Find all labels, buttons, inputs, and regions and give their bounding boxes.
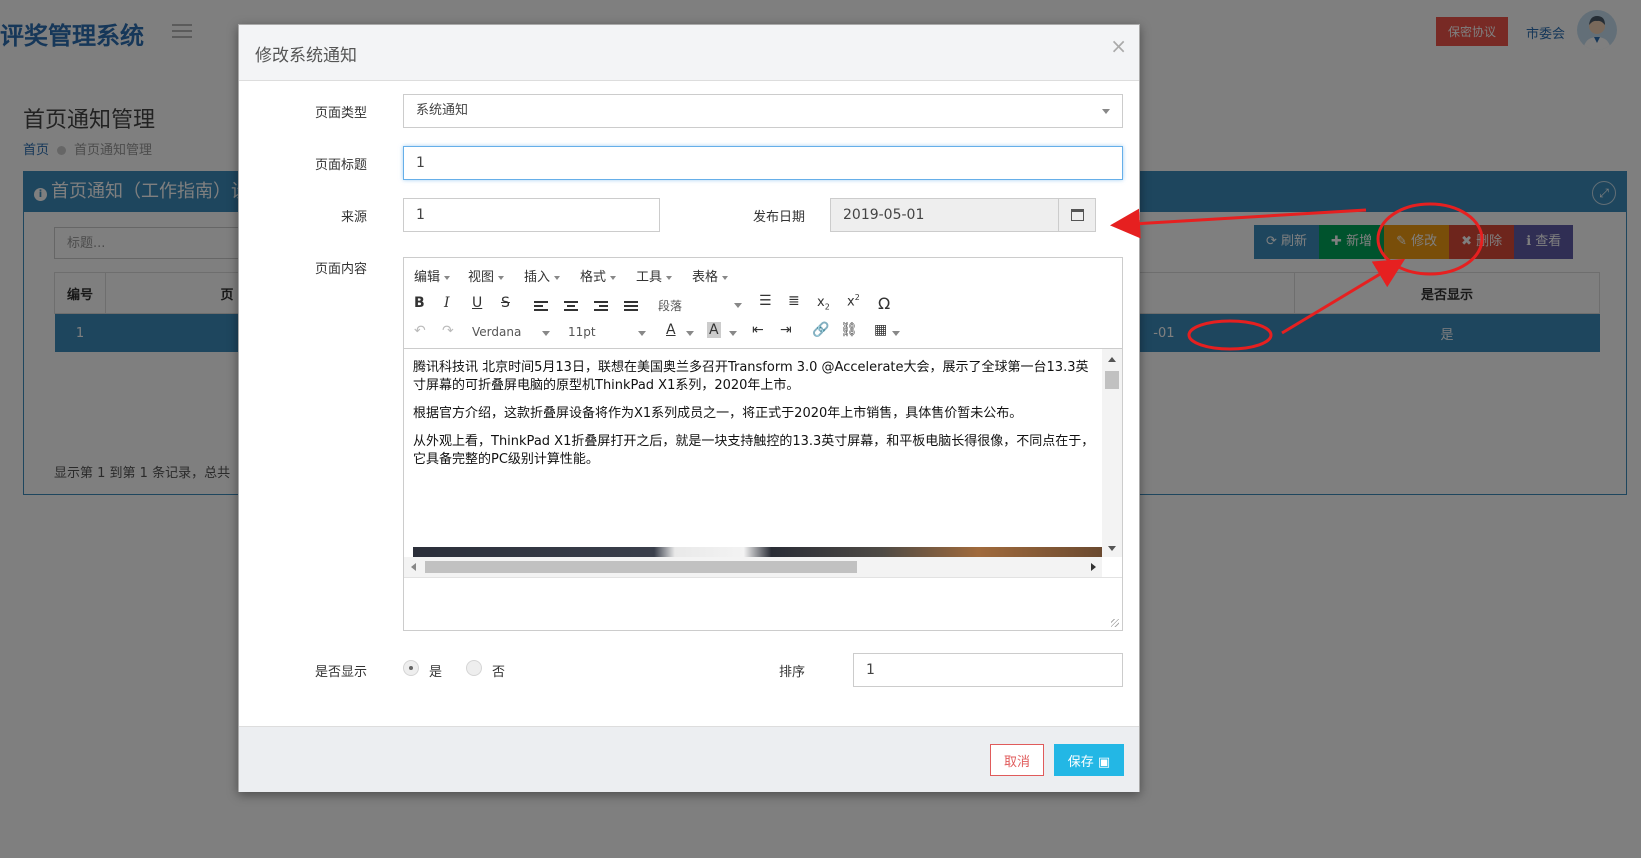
editor-menubar: 编辑 视图 插入 格式 工具 表格 [404,258,1122,289]
text-color-icon[interactable]: A [666,322,676,338]
menu-view-label: 视图 [468,270,495,285]
scroll-up-icon[interactable] [1108,357,1116,362]
date-picker-button[interactable] [1058,198,1096,232]
scroll-right-icon[interactable] [1091,563,1096,571]
page-type-value: 系统通知 [416,103,469,118]
editor-horizontal-scrollbar[interactable] [404,557,1102,577]
close-icon[interactable]: × [1110,34,1127,58]
menu-edit-label: 编辑 [414,270,441,285]
chevron-down-icon [1102,109,1110,114]
menu-view[interactable]: 视图 [468,266,505,285]
align-center-icon[interactable] [564,301,578,313]
menu-tools-label: 工具 [636,270,663,285]
menu-insert-label: 插入 [524,270,551,285]
show-no-radio[interactable] [466,660,482,676]
scroll-thumb[interactable] [1105,371,1119,389]
underline-icon[interactable]: U [472,295,482,311]
scroll-thumb[interactable] [425,561,857,573]
menu-edit[interactable]: 编辑 [414,266,451,285]
font-size-select[interactable]: 11pt [568,325,648,339]
menu-tools[interactable]: 工具 [636,266,673,285]
menu-table-label: 表格 [692,270,719,285]
editor-statusbar [404,577,1122,630]
numbered-list-icon[interactable]: ≣ [788,293,800,309]
show-yes-label[interactable]: 是 [429,661,442,680]
italic-icon[interactable]: I [444,295,450,311]
block-format-select[interactable]: 段落 [658,297,744,314]
page-title-label: 页面标题 [314,158,367,173]
indent-icon[interactable]: ⇥ [780,322,792,338]
source-label: 来源 [340,210,367,225]
modal-header: 修改系统通知 × [239,25,1139,81]
calendar-icon [1071,209,1084,221]
omega-icon[interactable]: Ω [878,294,890,313]
publish-date-input[interactable]: 2019-05-01 [830,198,1060,232]
superscript-icon[interactable]: x2 [847,293,860,309]
show-yes-radio[interactable] [403,660,419,676]
publish-date-label: 发布日期 [752,210,805,225]
bullet-list-icon[interactable]: ☰ [759,293,772,309]
editor-vertical-scrollbar[interactable] [1102,349,1122,557]
unlink-icon[interactable]: ⛓ [840,322,858,338]
order-input[interactable]: 1 [853,653,1123,687]
save-label: 保存 [1067,754,1094,770]
scroll-left-icon[interactable] [411,563,416,571]
floppy-disk-icon: ▣ [1097,754,1111,770]
block-format-value: 段落 [658,299,683,313]
align-right-icon[interactable] [594,301,608,313]
rich-text-editor: 编辑 视图 插入 格式 工具 表格 B I U S 段落 ☰ ≣ x2 x2 Ω… [403,257,1123,631]
bold-icon[interactable]: B [414,295,425,311]
undo-icon[interactable]: ↶ [414,323,426,339]
scroll-down-icon[interactable] [1108,546,1116,551]
source-input[interactable]: 1 [403,198,660,232]
content-paragraph: 根据官方介绍，这款折叠屏设备将作为X1系列成员之一，将正式于2020年上市销售，… [413,406,1023,421]
page-type-label: 页面类型 [314,106,367,121]
outdent-icon[interactable]: ⇤ [752,322,764,338]
bg-color-icon[interactable]: A [707,322,721,338]
show-label: 是否显示 [314,665,367,680]
font-family-value: Verdana [472,325,522,339]
resize-handle-icon[interactable] [1111,619,1119,627]
align-left-icon[interactable] [534,301,548,313]
redo-icon[interactable]: ↷ [442,323,454,339]
font-size-value: 11pt [568,325,596,339]
page-type-select[interactable]: 系统通知 [403,94,1123,128]
edit-notice-modal: 修改系统通知 × 页面类型 系统通知 页面标题 1 来源 1 发布日期 2019… [238,24,1140,792]
menu-format[interactable]: 格式 [580,266,617,285]
table-icon[interactable]: ▦ [874,322,887,338]
align-justify-icon[interactable] [624,301,638,313]
cancel-button[interactable]: 取消 [990,744,1044,776]
content-paragraph: 从外观上看，ThinkPad X1折叠屏打开之后，就是一块支持触控的13.3英寸… [413,434,1095,467]
page-title-input[interactable]: 1 [403,146,1123,180]
menu-format-label: 格式 [580,270,607,285]
content-paragraph: 腾讯科技讯 北京时间5月13日，联想在美国奥兰多召开Transform 3.0 … [413,360,1089,393]
strikethrough-icon[interactable]: S [501,295,510,311]
modal-title: 修改系统通知 [255,46,357,66]
editor-content-area[interactable]: 腾讯科技讯 北京时间5月13日，联想在美国奥兰多召开Transform 3.0 … [404,349,1102,557]
content-image[interactable] [413,547,1102,557]
show-no-label[interactable]: 否 [492,661,505,680]
order-label: 排序 [778,665,805,680]
subscript-icon[interactable]: x2 [817,295,830,312]
save-button[interactable]: 保存 ▣ [1054,744,1124,776]
menu-table[interactable]: 表格 [692,266,729,285]
content-label: 页面内容 [314,262,367,277]
link-icon[interactable]: 🔗 [812,322,829,338]
font-family-select[interactable]: Verdana [472,325,554,339]
modal-footer: 取消 保存 ▣ [239,726,1139,792]
menu-insert[interactable]: 插入 [524,266,561,285]
editor-toolbar: B I U S 段落 ☰ ≣ x2 x2 Ω ↶ ↷ Verdana 11pt … [404,288,1122,349]
